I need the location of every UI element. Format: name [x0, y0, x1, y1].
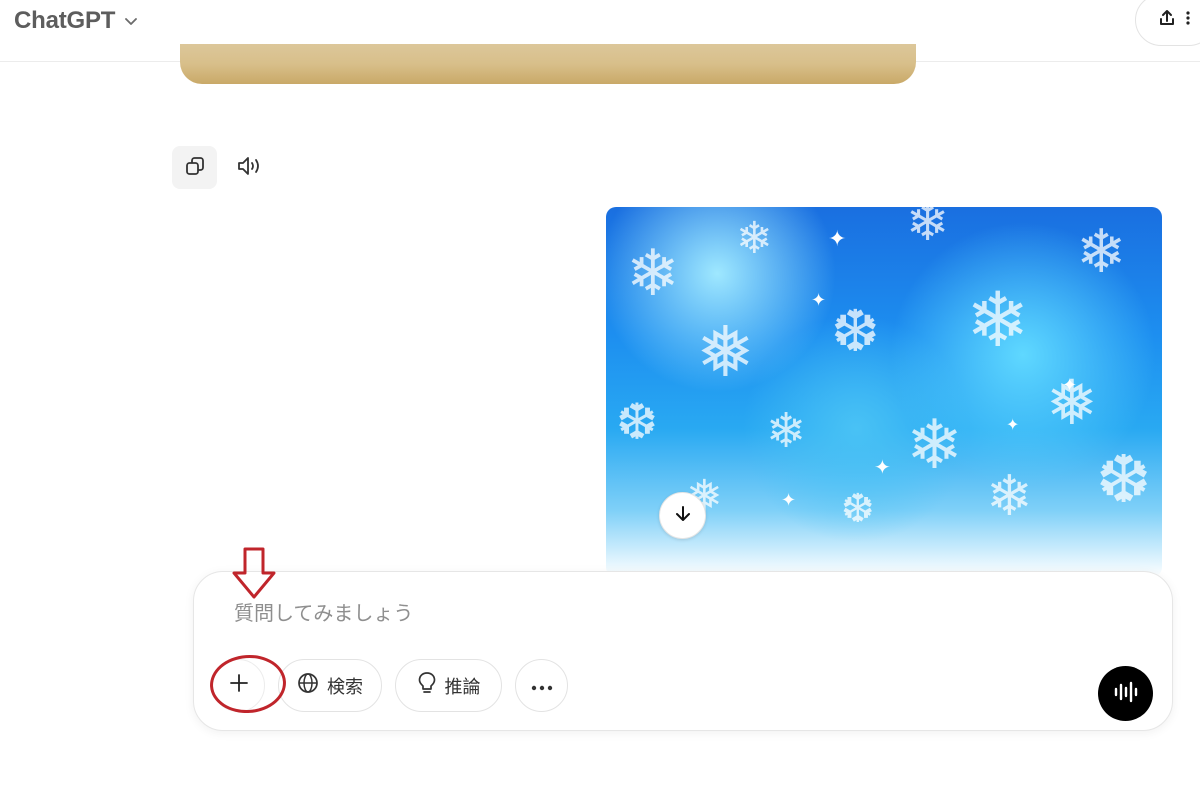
prompt-input[interactable]	[234, 598, 1074, 628]
prompt-composer: 検索 推論	[193, 571, 1173, 731]
sparkle-icon: ✦	[874, 455, 891, 479]
globe-icon	[297, 672, 319, 699]
chevron-down-icon	[123, 13, 139, 29]
snowflake-icon: ❆	[616, 393, 658, 451]
reason-label: 推論	[444, 676, 481, 698]
sparkle-icon: ✦	[1062, 375, 1078, 396]
message-actions	[172, 146, 272, 189]
snowflake-icon: ❅	[696, 311, 755, 393]
voice-wave-icon	[1112, 680, 1140, 708]
ellipsis-icon	[530, 675, 554, 696]
kebab-icon[interactable]	[1185, 8, 1191, 32]
search-label: 検索	[327, 676, 363, 698]
snowflake-icon: ❄	[906, 207, 950, 253]
arrow-down-icon	[673, 504, 693, 528]
scroll-to-bottom-button[interactable]	[659, 492, 706, 539]
model-name: ChatGPT	[14, 7, 116, 34]
previous-image	[180, 44, 916, 84]
search-button[interactable]: 検索	[278, 659, 382, 712]
annotation-arrow-icon	[230, 545, 280, 603]
model-picker[interactable]: ChatGPT	[10, 4, 143, 38]
sparkle-icon: ✦	[781, 490, 797, 511]
share-button[interactable]	[1135, 0, 1200, 46]
sparkle-icon: ✦	[811, 290, 827, 311]
sparkle-icon: ✦	[828, 227, 847, 252]
snowflake-icon: ❄	[906, 406, 963, 485]
sparkle-icon: ✦	[1006, 415, 1020, 434]
snowflake-icon: ❄	[966, 275, 1030, 364]
snowflake-icon: ❄	[766, 403, 807, 459]
read-aloud-button[interactable]	[227, 146, 272, 189]
snowflake-icon: ❆	[1096, 441, 1152, 518]
more-tools-button[interactable]	[515, 659, 568, 712]
speaker-icon	[236, 154, 264, 182]
snowflake-icon: ❄	[1076, 217, 1127, 287]
copy-button[interactable]	[172, 146, 217, 189]
voice-mode-button[interactable]	[1098, 666, 1153, 721]
snowflake-icon: ❆	[841, 486, 875, 532]
share-icon	[1157, 8, 1177, 32]
lightbulb-icon	[417, 671, 437, 700]
copy-icon	[183, 154, 207, 182]
snowflake-icon: ❄	[736, 213, 773, 264]
snowflake-icon: ❆	[831, 297, 880, 365]
snowflake-icon: ❄	[986, 464, 1033, 529]
snowflake-icon: ❄	[626, 237, 680, 311]
reason-button[interactable]: 推論	[395, 659, 502, 712]
